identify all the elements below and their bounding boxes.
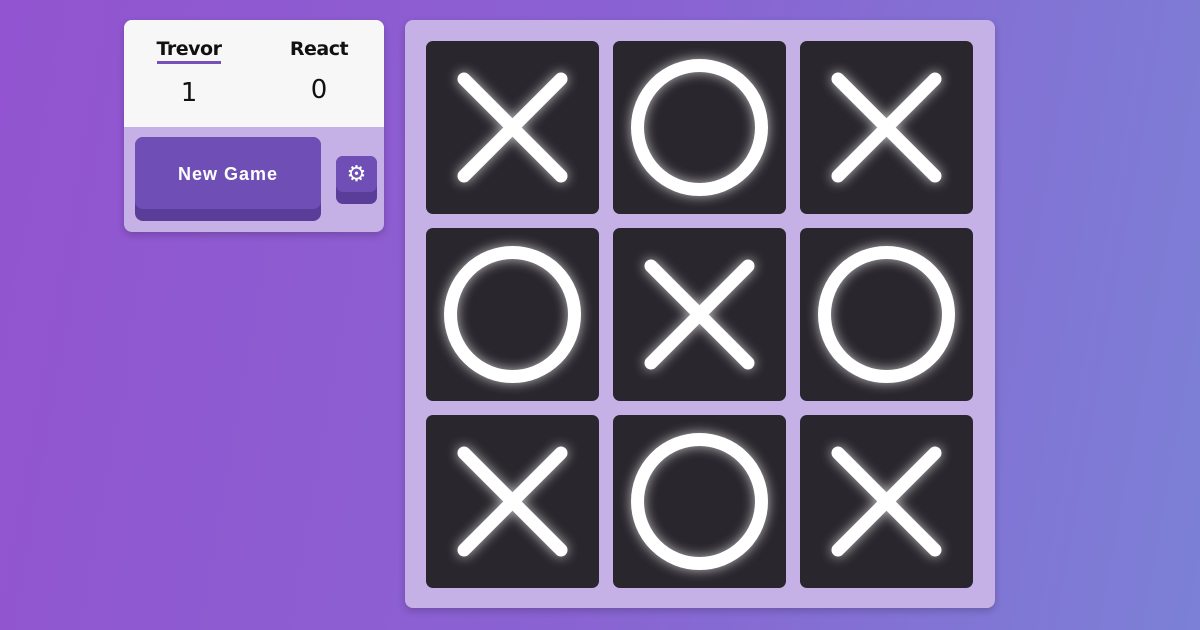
x-mark-icon <box>457 446 568 557</box>
x-mark-icon <box>644 259 755 370</box>
x-mark-icon <box>831 446 942 557</box>
player-1: Trevor 1 <box>124 20 254 127</box>
player-score: 1 <box>180 78 198 108</box>
o-mark-icon <box>631 433 768 570</box>
new-game-label: New Game <box>135 137 321 209</box>
player-name: React <box>289 38 349 60</box>
board-cell[interactable] <box>613 415 786 588</box>
board-cell[interactable] <box>426 228 599 401</box>
board-cell[interactable] <box>800 41 973 214</box>
new-game-button[interactable]: New Game <box>135 137 321 221</box>
board-cell[interactable] <box>426 41 599 214</box>
board-cell[interactable] <box>426 415 599 588</box>
player-2: React 0 <box>254 20 384 127</box>
game-board <box>405 20 995 608</box>
player-name: Trevor <box>156 38 222 64</box>
player-score: 0 <box>310 75 328 105</box>
settings-button[interactable]: ⚙ <box>336 156 377 204</box>
scoreboard: Trevor 1 React 0 New Game ⚙ <box>124 20 384 232</box>
board-cell[interactable] <box>800 228 973 401</box>
gear-icon: ⚙ <box>336 156 377 192</box>
board-cell[interactable] <box>800 415 973 588</box>
x-mark-icon <box>457 72 568 183</box>
x-mark-icon <box>831 72 942 183</box>
o-mark-icon <box>818 246 955 383</box>
o-mark-icon <box>444 246 581 383</box>
board-cell[interactable] <box>613 41 786 214</box>
o-mark-icon <box>631 59 768 196</box>
board-cell[interactable] <box>613 228 786 401</box>
